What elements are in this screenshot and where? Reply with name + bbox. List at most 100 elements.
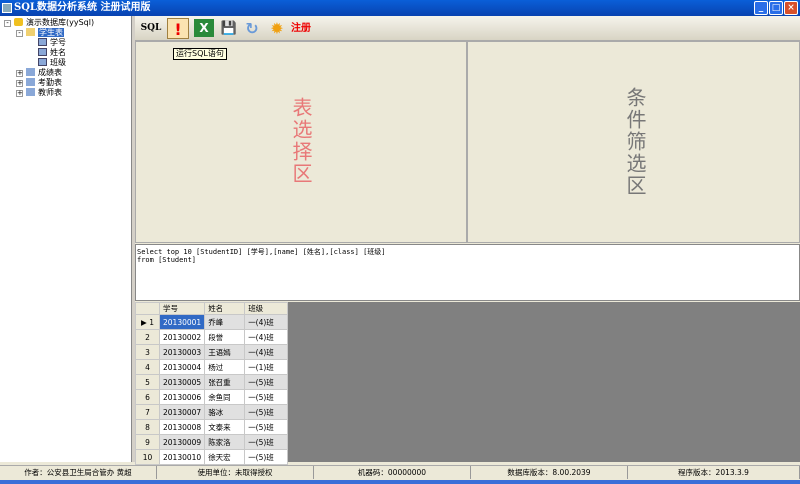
row-number: 6 <box>145 392 150 402</box>
tooltip: 运行SQL语句 <box>173 48 227 60</box>
table-cell[interactable]: 20130002 <box>158 329 206 345</box>
excel-export-button[interactable]: X <box>194 19 214 37</box>
table-cell[interactable]: 20130007 <box>158 404 206 420</box>
row-header[interactable]: 6 <box>135 389 160 405</box>
row-header[interactable]: 9 <box>135 434 160 450</box>
table-cell[interactable]: 20130003 <box>158 344 206 360</box>
table-row[interactable]: 10 20130010 徐天宏 一(5)班 <box>135 449 289 465</box>
table-cell[interactable]: 20130010 <box>158 449 206 465</box>
maximize-button[interactable]: □ <box>769 1 783 15</box>
table-cell[interactable]: 徐天宏 <box>204 449 246 465</box>
collapse-icon[interactable]: - <box>16 30 23 37</box>
table-cell[interactable]: 杨过 <box>204 359 246 375</box>
table-cell[interactable]: 20130001 <box>158 314 206 330</box>
table-cell[interactable]: 一(1)班 <box>244 359 289 375</box>
refresh-button[interactable]: ↻ <box>241 18 263 39</box>
condition-filter-label: 条件筛选区 <box>623 87 647 197</box>
register-button[interactable]: 注册 <box>289 18 313 39</box>
status-app-version: 程序版本：2013.3.9 <box>628 466 800 479</box>
minimize-button[interactable]: _ <box>754 1 768 15</box>
status-db-version: 数据库版本：8.00.2039 <box>471 466 628 479</box>
column-header[interactable]: 班级 <box>244 302 289 315</box>
sql-button[interactable]: SQL <box>139 18 163 39</box>
table-row[interactable]: 7 20130007 骆冰 一(5)班 <box>135 404 289 420</box>
table-cell[interactable]: 王语嫣 <box>204 344 246 360</box>
table-cell[interactable]: 乔峰 <box>204 314 246 330</box>
column-header[interactable]: 姓名 <box>204 302 246 315</box>
table-cell[interactable]: 一(5)班 <box>244 434 289 450</box>
table-cell[interactable]: 一(4)班 <box>244 314 289 330</box>
tree-table[interactable]: + 考勤表 <box>16 78 62 88</box>
table-cell[interactable]: 20130009 <box>158 434 206 450</box>
table-cell[interactable]: 20130006 <box>158 389 206 405</box>
field-icon <box>38 48 47 56</box>
condition-filter-pane[interactable]: 条件筛选区 <box>467 41 800 243</box>
expand-icon[interactable]: + <box>16 90 23 97</box>
row-header[interactable]: 5 <box>135 374 160 390</box>
table-cell[interactable]: 一(5)班 <box>244 374 289 390</box>
table-cell[interactable]: 文泰来 <box>204 419 246 435</box>
row-header[interactable]: 7 <box>135 404 160 420</box>
field-icon <box>38 58 47 66</box>
table-cell[interactable]: 陈家洛 <box>204 434 246 450</box>
collapse-icon[interactable]: - <box>4 20 11 27</box>
row-header[interactable]: 4 <box>135 359 160 375</box>
table-row[interactable]: 3 20130003 王语嫣 一(4)班 <box>135 344 289 360</box>
table-cell[interactable]: 一(4)班 <box>244 329 289 345</box>
table-row[interactable]: 4 20130004 杨过 一(1)班 <box>135 359 289 375</box>
folder-icon <box>26 28 35 36</box>
table-row[interactable]: 6 20130006 余鱼同 一(5)班 <box>135 389 289 405</box>
tree-table-label: 考勤表 <box>38 78 62 87</box>
row-header[interactable]: 10 <box>135 449 160 465</box>
column-header[interactable]: 学号 <box>158 302 206 315</box>
expand-icon[interactable]: + <box>16 70 23 77</box>
status-bar: 作者：公安县卫生局合管办 黄超 使用单位：未取得授权 机器码：00000000 … <box>0 465 800 479</box>
row-header[interactable]: 2 <box>135 329 160 345</box>
toolbar: SQL ! X 💾 ↻ ✹ 注册 <box>135 16 800 41</box>
database-tree[interactable]: - 演示数据库(yySql) - 学生表 学号 姓名 班级 + 成绩表 + 考勤表 + 教… <box>0 16 132 462</box>
table-row[interactable]: 2 20130002 段誉 一(4)班 <box>135 329 289 345</box>
table-row[interactable]: 5 20130005 张召重 一(5)班 <box>135 374 289 390</box>
run-sql-button[interactable]: ! <box>167 18 189 39</box>
table-cell[interactable]: 一(5)班 <box>244 449 289 465</box>
table-cell[interactable]: 20130004 <box>158 359 206 375</box>
row-header[interactable]: 3 <box>135 344 160 360</box>
tree-root[interactable]: - 演示数据库(yySql) <box>4 18 94 28</box>
table-cell[interactable]: 20130005 <box>158 374 206 390</box>
table-cell[interactable]: 余鱼同 <box>204 389 246 405</box>
sql-editor[interactable]: Select top 10 [StudentID] [学号],[name] [姓… <box>135 244 800 301</box>
table-cell[interactable]: 20130008 <box>158 419 206 435</box>
table-row[interactable]: ▶ 1 20130001 乔峰 一(4)班 <box>135 314 289 330</box>
tree-table[interactable]: + 成绩表 <box>16 68 62 78</box>
table-select-label: 表选择区 <box>289 97 313 185</box>
title-bar: SQL数据分析系统 注册试用版 _ □ × <box>0 0 800 16</box>
tree-field[interactable]: 班级 <box>38 58 66 68</box>
save-button[interactable]: 💾 <box>219 18 239 39</box>
status-unit: 使用单位：未取得授权 <box>157 466 314 479</box>
gear-icon[interactable]: ✹ <box>267 18 287 39</box>
field-icon <box>38 38 47 46</box>
table-cell[interactable]: 骆冰 <box>204 404 246 420</box>
table-cell[interactable]: 一(5)班 <box>244 389 289 405</box>
table-icon <box>26 88 35 96</box>
table-select-pane[interactable]: 表选择区 <box>135 41 467 243</box>
table-row[interactable]: 8 20130008 文泰来 一(5)班 <box>135 419 289 435</box>
close-button[interactable]: × <box>784 1 798 15</box>
expand-icon[interactable]: + <box>16 80 23 87</box>
tree-table[interactable]: + 教师表 <box>16 88 62 98</box>
tree-table-label: 学生表 <box>38 28 64 37</box>
row-number: 7 <box>145 407 150 417</box>
tree-table-student[interactable]: - 学生表 <box>16 28 64 38</box>
tree-field[interactable]: 学号 <box>38 38 66 48</box>
row-number: 9 <box>145 437 150 447</box>
row-header[interactable]: 8 <box>135 419 160 435</box>
table-row[interactable]: 9 20130009 陈家洛 一(5)班 <box>135 434 289 450</box>
row-header[interactable]: ▶ 1 <box>135 314 160 330</box>
table-cell[interactable]: 一(5)班 <box>244 404 289 420</box>
table-cell[interactable]: 一(5)班 <box>244 419 289 435</box>
tree-field[interactable]: 姓名 <box>38 48 66 58</box>
table-cell[interactable]: 张召重 <box>204 374 246 390</box>
table-cell[interactable]: 一(4)班 <box>244 344 289 360</box>
results-grid[interactable]: 学号 姓名 班级 ▶ 1 20130001 乔峰 一(4)班 2 20130002 段誉 一(… <box>135 302 800 465</box>
table-cell[interactable]: 段誉 <box>204 329 246 345</box>
